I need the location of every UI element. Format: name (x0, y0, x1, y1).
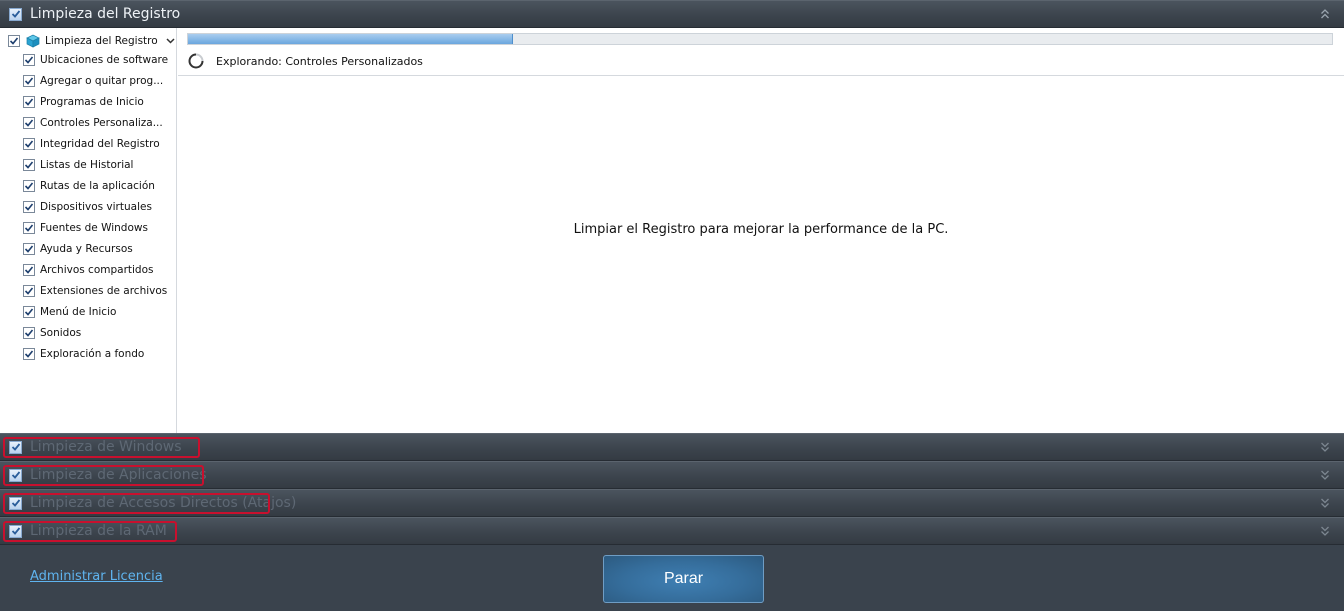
tree-root-label: Limpieza del Registro (45, 35, 158, 47)
tree-root-item[interactable]: Limpieza del Registro (8, 32, 175, 50)
checkbox[interactable] (23, 348, 35, 360)
double-chevron-down-icon[interactable] (1320, 525, 1330, 537)
divider (178, 75, 1344, 76)
double-chevron-down-icon[interactable] (1320, 497, 1330, 509)
check-icon (11, 10, 20, 18)
checkbox[interactable] (23, 222, 35, 234)
tree-item-label: Integridad del Registro (40, 138, 160, 150)
category-tree: Limpieza del Registro Ubicaciones de sof… (0, 28, 177, 433)
tree-item[interactable]: Dispositivos virtuales (23, 199, 152, 215)
highlight-outline (3, 437, 200, 458)
info-message: Limpiar el Registro para mejorar la perf… (573, 222, 949, 237)
progress-bar (187, 33, 1333, 45)
tree-item[interactable]: Ubicaciones de software (23, 52, 168, 68)
highlight-outline (3, 465, 204, 486)
tree-item[interactable]: Ayuda y Recursos (23, 241, 133, 257)
check-icon (24, 77, 34, 85)
scan-status: Explorando: Controles Personalizados (188, 52, 423, 70)
tree-item-label: Programas de Inicio (40, 96, 144, 108)
tree-item[interactable]: Programas de Inicio (23, 94, 144, 110)
checkbox[interactable] (23, 117, 35, 129)
manage-license-link[interactable]: Administrar Licencia (30, 569, 163, 584)
checkbox[interactable] (8, 35, 20, 47)
tree-item-label: Dispositivos virtuales (40, 201, 152, 213)
check-icon (24, 98, 34, 106)
tree-item-label: Exploración a fondo (40, 348, 145, 360)
checkbox[interactable] (23, 138, 35, 150)
content-panel: Limpieza del Registro Ubicaciones de sof… (0, 28, 1344, 433)
double-chevron-down-icon[interactable] (1320, 469, 1330, 481)
section-title: Limpieza del Registro (30, 6, 181, 22)
collapsed-section[interactable]: Limpieza de Windows (0, 433, 1344, 461)
tree-item[interactable]: Archivos compartidos (23, 262, 154, 278)
double-chevron-down-icon[interactable] (1320, 441, 1330, 453)
highlight-outline (3, 493, 270, 514)
checkbox[interactable] (23, 201, 35, 213)
collapsed-section[interactable]: Limpieza de la RAM (0, 517, 1344, 545)
check-icon (24, 119, 34, 127)
tree-item[interactable]: Fuentes de Windows (23, 220, 148, 236)
tree-item[interactable]: Agregar o quitar prog... (23, 73, 163, 89)
check-icon (24, 245, 34, 253)
tree-item[interactable]: Controles Personaliza... (23, 115, 163, 131)
checkbox[interactable] (23, 75, 35, 87)
chevron-down-icon[interactable] (166, 38, 175, 44)
checkbox[interactable] (23, 159, 35, 171)
check-icon (9, 37, 19, 45)
tree-item-label: Listas de Historial (40, 159, 134, 171)
progress-fill (188, 34, 513, 44)
check-icon (24, 350, 34, 358)
tree-item[interactable]: Integridad del Registro (23, 136, 160, 152)
tree-item[interactable]: Listas de Historial (23, 157, 133, 173)
tree-item[interactable]: Exploración a fondo (23, 346, 144, 362)
checkbox[interactable] (23, 327, 35, 339)
tree-item-label: Ubicaciones de software (40, 54, 169, 66)
checkbox[interactable] (23, 180, 35, 192)
checkbox[interactable] (23, 285, 35, 297)
footer: Administrar Licencia Parar (0, 546, 1344, 611)
section-checkbox[interactable] (9, 7, 22, 21)
check-icon (24, 224, 34, 232)
tree-item[interactable]: Extensiones de archivos (23, 283, 167, 299)
check-icon (24, 140, 34, 148)
tree-item-label: Menú de Inicio (40, 306, 117, 318)
highlight-outline (3, 521, 177, 542)
check-icon (24, 329, 34, 337)
registry-icon (26, 34, 40, 48)
check-icon (24, 56, 34, 64)
tree-item-label: Controles Personaliza... (40, 117, 163, 129)
check-icon (24, 182, 34, 190)
stop-button[interactable]: Parar (603, 555, 764, 603)
checkbox[interactable] (23, 264, 35, 276)
check-icon (24, 266, 34, 274)
loading-spinner-icon (188, 53, 204, 69)
tree-item[interactable]: Menú de Inicio (23, 304, 116, 320)
check-icon (24, 287, 34, 295)
tree-item-label: Agregar o quitar prog... (40, 75, 164, 87)
check-icon (24, 308, 34, 316)
scan-panel: Explorando: Controles Personalizados Lim… (178, 28, 1344, 433)
tree-item[interactable]: Sonidos (23, 325, 81, 341)
double-chevron-up-icon[interactable] (1320, 8, 1330, 20)
tree-item-label: Extensiones de archivos (40, 285, 168, 297)
check-icon (24, 161, 34, 169)
checkbox[interactable] (23, 54, 35, 66)
tree-item-label: Fuentes de Windows (40, 222, 148, 234)
check-icon (24, 203, 34, 211)
registry-cleanup-header[interactable]: Limpieza del Registro (0, 0, 1344, 28)
checkbox[interactable] (23, 243, 35, 255)
tree-item-label: Sonidos (40, 327, 82, 339)
tree-item[interactable]: Rutas de la aplicación (23, 178, 155, 194)
tree-item-label: Archivos compartidos (40, 264, 154, 276)
checkbox[interactable] (23, 96, 35, 108)
tree-item-label: Ayuda y Recursos (40, 243, 133, 255)
tree-item-label: Rutas de la aplicación (40, 180, 155, 192)
scan-status-text: Explorando: Controles Personalizados (216, 54, 423, 68)
checkbox[interactable] (23, 306, 35, 318)
